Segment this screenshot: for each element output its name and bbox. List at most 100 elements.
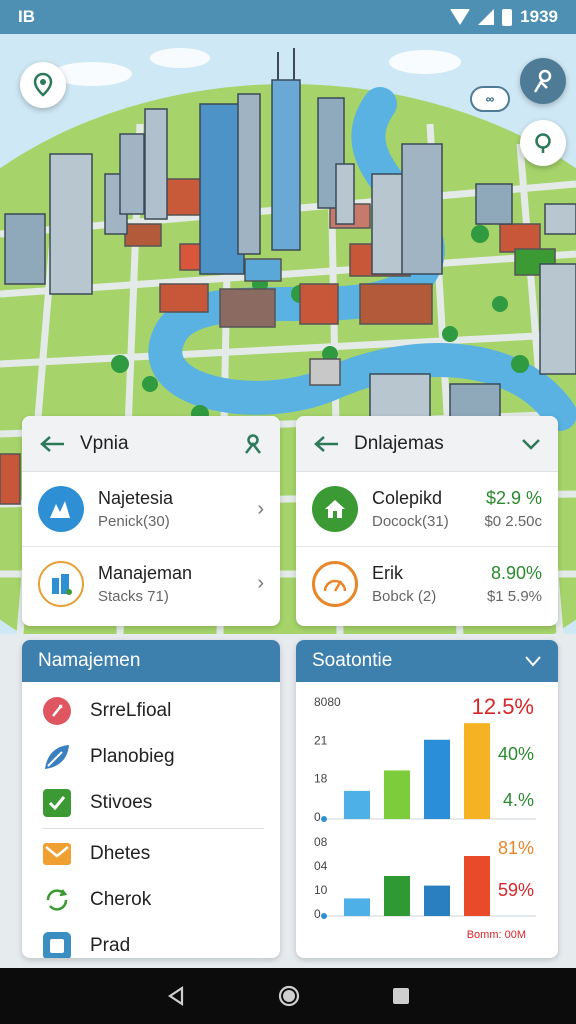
profile-button[interactable] xyxy=(520,58,566,104)
left-list-item-2[interactable]: Manajeman Stacks 71) › xyxy=(22,546,280,620)
battery-icon xyxy=(502,8,513,26)
leaf-icon xyxy=(42,742,72,772)
management-menu-panel: Namajemen SrreLfioal Planobieg Stivoes D… xyxy=(22,640,280,958)
item-subtitle: Bobck (2) xyxy=(372,587,437,605)
bar xyxy=(464,723,490,819)
menu-panel-title: Namajemen xyxy=(38,650,141,671)
check-icon xyxy=(42,788,72,818)
bar xyxy=(384,770,410,819)
left-card-header: Vpnia xyxy=(22,416,280,472)
document-icon xyxy=(42,931,72,958)
item-subtitle: Penick(30) xyxy=(98,513,170,530)
menu-item-label: Stivoes xyxy=(90,792,153,813)
status-time: 1939 xyxy=(520,7,558,26)
menu-item-label: Cherok xyxy=(90,889,152,910)
back-arrow-icon[interactable] xyxy=(312,434,340,454)
signal-icon xyxy=(478,9,495,25)
item-subtitle: Docock(31) xyxy=(372,513,449,530)
menu-item-planobieg[interactable]: Planobieg xyxy=(22,734,280,780)
bar xyxy=(384,876,410,916)
right-list-item-2[interactable]: Erik Bobck (2) 8.90% $1 5.9% xyxy=(296,546,558,620)
y-tick-label: 0 xyxy=(314,907,321,921)
item-subtitle: Stacks 71) xyxy=(98,587,169,605)
item-title: Najetesia xyxy=(98,488,174,508)
bar xyxy=(344,790,370,819)
map-search-button[interactable] xyxy=(520,120,566,166)
chart-icon xyxy=(38,486,84,532)
bar-charts: 8080 21 18 0 12.5% 40% 4.% 08 04 10 0 81% 59% Bomm: 0… xyxy=(314,694,536,941)
bar xyxy=(424,739,450,819)
y-tick-label: 8080 xyxy=(314,695,341,709)
percent-label: 12.5% xyxy=(472,694,534,719)
menu-item-prad[interactable]: Prad xyxy=(22,923,280,958)
item-sub-value: $0 2.50c xyxy=(484,513,542,530)
menu-divider xyxy=(42,828,264,829)
percent-label: 40% xyxy=(498,744,534,764)
home-nav-icon[interactable] xyxy=(277,984,301,1008)
item-sub-value: $1 5.9% xyxy=(486,587,542,605)
statistics-chart-panel: Soatontie 8080 21 18 0 12.5% 40% 4.% 08 04 10 0 81%… xyxy=(296,640,558,958)
right-card-header: Dnlajemas xyxy=(296,416,558,472)
y-tick-label: 18 xyxy=(314,772,328,786)
recents-nav-icon[interactable] xyxy=(391,986,411,1006)
percent-label: 81% xyxy=(498,838,534,858)
back-nav-icon[interactable] xyxy=(165,985,187,1007)
menu-item-stivoes[interactable]: Stivoes xyxy=(22,780,280,826)
menu-item-srrelfioal[interactable]: SrreLfioal xyxy=(22,688,280,734)
status-bar: IB 1939 xyxy=(0,0,576,34)
item-value: $2.9 % xyxy=(485,488,542,508)
system-nav-bar xyxy=(0,968,576,1024)
percent-label: 59% xyxy=(498,880,534,900)
bar xyxy=(424,885,450,916)
axis-origin-dot xyxy=(321,816,327,822)
menu-panel-header: Namajemen xyxy=(22,640,280,682)
chevron-down-icon[interactable] xyxy=(524,654,542,668)
location-pin-icon xyxy=(33,72,53,97)
menu-item-label: Prad xyxy=(90,935,131,956)
layers-toggle[interactable]: ∞ xyxy=(470,86,510,112)
right-list-item-1[interactable]: Colepikd Docock(31) $2.9 % $0 2.50c xyxy=(296,472,558,546)
menu-item-dhetes[interactable]: Dhetes xyxy=(22,831,280,877)
right-card-title: Dnlajemas xyxy=(354,432,444,454)
pin-person-icon xyxy=(533,69,552,93)
back-arrow-icon[interactable] xyxy=(38,434,66,454)
item-title: Manajeman xyxy=(98,562,193,583)
chevron-down-icon[interactable] xyxy=(520,436,542,452)
chart-panel-header: Soatontie xyxy=(296,640,558,682)
location-icon xyxy=(42,696,72,726)
y-tick-label: 0 xyxy=(314,810,321,824)
chevron-right-icon: › xyxy=(257,572,264,594)
gauge-icon xyxy=(312,560,358,607)
item-value: 8.90% xyxy=(490,562,542,583)
location-pin-button[interactable] xyxy=(20,62,66,108)
chevron-right-icon: › xyxy=(257,497,264,520)
item-title: Erik xyxy=(372,562,403,583)
refresh-icon xyxy=(42,885,72,915)
mail-icon xyxy=(42,839,72,869)
axis-origin-dot xyxy=(321,913,327,919)
chart-panel-title: Soatontie xyxy=(312,650,393,671)
house-icon xyxy=(312,486,358,532)
menu-item-label: SrreLfioal xyxy=(90,700,172,721)
bar xyxy=(464,856,490,916)
pin-icon[interactable] xyxy=(242,433,264,455)
chart-footer: Bomm: 00M xyxy=(467,929,526,941)
menu-item-label: Dhetes xyxy=(90,843,151,864)
left-list-item-1[interactable]: Najetesia Penick(30) › xyxy=(22,472,280,546)
menu-item-cherok[interactable]: Cherok xyxy=(22,877,280,923)
menu-item-label: Planobieg xyxy=(90,746,175,767)
item-title: Colepikd xyxy=(372,488,443,508)
left-summary-card: Vpnia Najetesia Penick(30) › Manajeman S… xyxy=(22,416,280,626)
y-tick-label: 08 xyxy=(314,835,328,849)
status-left-text: IB xyxy=(18,7,35,26)
link-icon: ∞ xyxy=(485,92,495,106)
right-summary-card: Dnlajemas Colepikd Docock(31) $2.9 % $0 … xyxy=(296,416,558,626)
bar xyxy=(344,898,370,916)
building-icon xyxy=(38,560,84,607)
percent-label: 4.% xyxy=(503,790,534,810)
y-tick-label: 21 xyxy=(314,733,328,747)
wifi-icon xyxy=(450,9,471,25)
search-icon xyxy=(535,133,551,153)
left-card-title: Vpnia xyxy=(80,432,129,454)
y-tick-label: 04 xyxy=(314,859,328,873)
